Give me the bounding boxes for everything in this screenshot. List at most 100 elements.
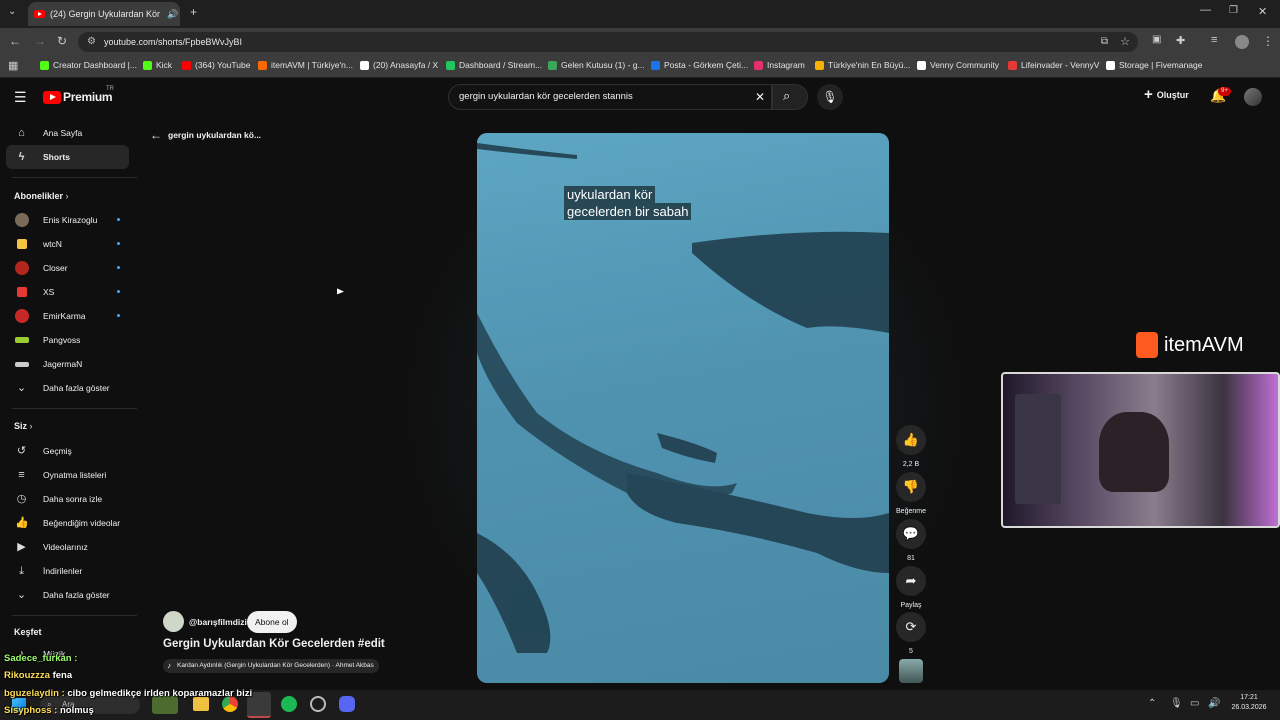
channel-handle[interactable]: @barışfilmdizi: [189, 617, 247, 627]
minimize-icon[interactable]: —: [1200, 4, 1211, 16]
sidebar-show-more-subs[interactable]: ⌄ Daha fazla göster: [6, 376, 129, 400]
comments-action[interactable]: 💬 81: [896, 519, 926, 562]
bookmark-item[interactable]: Posta - Görkem Çeti...: [651, 60, 748, 70]
puzzle-icon[interactable]: ✚: [1176, 34, 1185, 47]
new-content-dot: [117, 266, 120, 269]
sidebar-show-more-you[interactable]: ⌄ Daha fazla göster: [6, 583, 129, 607]
obs-icon[interactable]: [310, 696, 326, 712]
search-input[interactable]: gergin uykulardan kör gecelerden stannis…: [448, 84, 772, 110]
discord-icon[interactable]: [339, 696, 355, 712]
sidebar-item-subscription[interactable]: JagermaN: [6, 352, 129, 376]
tab-list-icon[interactable]: ⌄: [8, 6, 16, 17]
install-icon[interactable]: ⧉: [1101, 32, 1108, 52]
account-avatar[interactable]: [1244, 88, 1262, 106]
extension-icon[interactable]: ▣: [1152, 34, 1161, 45]
sidebar-item-playlists[interactable]: ≡ Oynatma listeleri: [6, 463, 129, 487]
sidebar-item-home[interactable]: ⌂ Ana Sayfa: [6, 121, 129, 145]
shorts-back-link[interactable]: ← gergin uykulardan kö...: [150, 128, 261, 142]
bookmark-item[interactable]: Venny Community: [917, 60, 999, 70]
clear-search-icon[interactable]: ✕: [755, 85, 765, 109]
channel-avatar: [17, 287, 27, 297]
file-explorer-icon[interactable]: [193, 697, 209, 711]
sidebar-item-subscription[interactable]: wtcN: [6, 232, 129, 256]
bookmark-favicon-icon: [1008, 60, 1017, 70]
thumbs-up-icon[interactable]: 👍: [896, 425, 926, 455]
mic-tray-icon[interactable]: 🎙: [1170, 698, 1183, 709]
new-tab-icon[interactable]: +: [190, 5, 197, 19]
close-window-icon[interactable]: ✕: [1258, 5, 1267, 18]
subscribe-button[interactable]: Abone ol: [247, 611, 297, 633]
sidebar-item-subscription[interactable]: Enis Kirazoglu: [6, 208, 129, 232]
clock[interactable]: 17:21 26.03.2026: [1228, 693, 1270, 713]
bookmark-item[interactable]: (20) Anasayfa / X: [360, 60, 438, 70]
bookmark-item[interactable]: (364) YouTube: [182, 60, 250, 70]
url-field[interactable]: ⚙ youtube.com/shorts/FpbeBWvJyBI ⧉ ☆: [78, 32, 1138, 52]
tray-chevron-icon[interactable]: ⌃: [1148, 698, 1156, 709]
chat-text: fena: [52, 670, 73, 681]
remix-icon[interactable]: ⟳: [896, 612, 926, 642]
remix-action[interactable]: ⟳ 5: [896, 612, 926, 655]
comment-count: 81: [907, 555, 915, 562]
reload-icon[interactable]: ↻: [57, 34, 67, 48]
star-icon[interactable]: ☆: [1120, 32, 1130, 52]
volume-icon[interactable]: 🔊: [1208, 698, 1220, 709]
profile-avatar[interactable]: [1235, 35, 1249, 49]
sound-thumbnail[interactable]: [899, 659, 923, 683]
comment-icon[interactable]: 💬: [896, 519, 926, 549]
sidebar-item-watch-later[interactable]: ◷ Daha sonra izle: [6, 487, 129, 511]
create-button[interactable]: + Oluştur: [1144, 87, 1189, 102]
bookmark-item[interactable]: Türkiye'nin En Büyü...: [815, 60, 910, 70]
sidebar-item-downloads[interactable]: ⤓ İndirilenler: [6, 559, 129, 583]
music-chip[interactable]: ♪ Kardan Aydınlık (Gergin Uykulardan Kör…: [163, 659, 379, 673]
sidebar-item-subscription[interactable]: XS: [6, 280, 129, 304]
search-button[interactable]: ⌕: [772, 84, 808, 110]
download-icon: ⤓: [19, 565, 24, 577]
bookmark-label: Kick: [156, 60, 173, 70]
media-icon[interactable]: ≡: [1211, 34, 1217, 46]
bookmark-item[interactable]: Dashboard / Stream...: [446, 60, 542, 70]
bookmark-item[interactable]: Lifeinvader - VennyV: [1008, 60, 1099, 70]
display-tray-icon[interactable]: ▭: [1190, 698, 1199, 709]
bookmark-item[interactable]: itemAVM | Türkiye'n...: [258, 60, 353, 70]
chat-user: bguzelaydin :: [4, 688, 65, 699]
forward-icon[interactable]: →: [34, 34, 46, 48]
sidebar-item-shorts[interactable]: ϟ Shorts: [6, 145, 129, 169]
bookmark-item[interactable]: Creator Dashboard |...: [40, 60, 137, 70]
sidebar-item-label: İndirilenler: [43, 566, 83, 576]
maximize-icon[interactable]: ❐: [1229, 5, 1238, 16]
music-label: Kardan Aydınlık (Gergin Uykulardan Kör G…: [177, 662, 374, 669]
channel-avatar: [17, 239, 27, 249]
speaker-icon[interactable]: 🔊: [167, 9, 178, 20]
apps-icon[interactable]: ▦: [8, 59, 18, 72]
chat-text: nolmuş: [59, 705, 94, 716]
like-action[interactable]: 👍 2,2 B: [896, 425, 926, 468]
back-icon[interactable]: ←: [9, 34, 21, 48]
dislike-action[interactable]: 👎 Beğenme: [896, 472, 926, 515]
sidebar-item-liked[interactable]: 👍 Beğendiğim videolar: [6, 511, 129, 535]
share-icon[interactable]: ➦: [896, 566, 926, 596]
bookmark-label: Creator Dashboard |...: [53, 60, 137, 70]
bookmark-favicon-icon: [754, 60, 763, 70]
sidebar-item-subscription[interactable]: Pangvoss: [6, 328, 129, 352]
you-heading[interactable]: Siz ›: [14, 421, 33, 431]
channel-avatar[interactable]: [163, 611, 184, 632]
bookmark-item[interactable]: Kick: [143, 60, 172, 70]
sidebar-item-your-videos[interactable]: ▶ Videolarınız: [6, 535, 129, 559]
shorts-video-player[interactable]: uykulardan kör gecelerden bir sabah: [477, 133, 889, 683]
spotify-icon[interactable]: [281, 696, 297, 712]
menu-icon[interactable]: ⋮: [1262, 34, 1274, 48]
bookmark-item[interactable]: Gelen Kutusu (1) - g...: [548, 60, 645, 70]
subscriptions-heading[interactable]: Abonelikler ›: [14, 191, 69, 201]
site-info-icon[interactable]: ⚙: [87, 32, 96, 52]
hamburger-menu-icon[interactable]: ☰: [14, 89, 27, 106]
browser-tab[interactable]: (24) Gergin Uykulardan Kör 🔊 ✕: [28, 2, 180, 26]
thumbs-down-icon[interactable]: 👎: [896, 472, 926, 502]
sidebar-item-subscription[interactable]: EmirKarma: [6, 304, 129, 328]
bookmark-label: Instagram: [767, 60, 805, 70]
bookmark-item[interactable]: Instagram: [754, 60, 805, 70]
sidebar-item-subscription[interactable]: Closer: [6, 256, 129, 280]
voice-search-icon[interactable]: 🎙: [817, 84, 843, 110]
share-action[interactable]: ➦ Paylaş: [896, 566, 926, 609]
bookmark-item[interactable]: Storage | Fivemanage: [1106, 60, 1202, 70]
sidebar-item-history[interactable]: ↺ Geçmiş: [6, 439, 129, 463]
